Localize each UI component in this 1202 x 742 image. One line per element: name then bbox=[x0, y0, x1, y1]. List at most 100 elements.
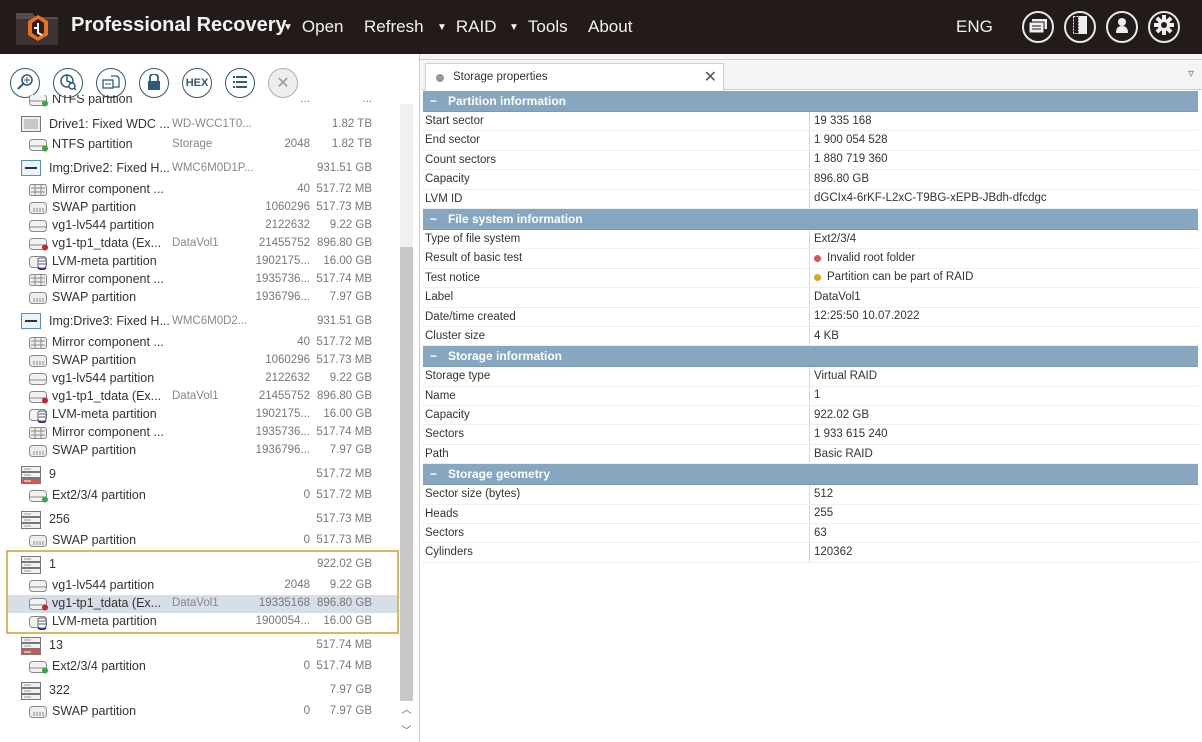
tree-node-partition[interactable]: vg1-tp1_tdata (Ex... DataVol1 21455752 896.… bbox=[0, 235, 398, 253]
property-row[interactable]: Cluster size 4 KB bbox=[423, 326, 1198, 347]
scroll-up-icon[interactable]: ︿ bbox=[399, 701, 414, 719]
property-row[interactable]: Result of basic test Invalid root folder bbox=[423, 249, 1198, 269]
collapse-icon[interactable]: − bbox=[430, 346, 448, 367]
tab-close-icon[interactable]: ✕ bbox=[704, 67, 717, 86]
property-row[interactable]: LVM ID dGCIx4-6rKF-L2xC-T9BG-xEPB-JBdh-df… bbox=[423, 189, 1198, 209]
analyze-button[interactable] bbox=[53, 68, 83, 98]
section-header[interactable]: − Storage information bbox=[423, 346, 1198, 368]
tree-node-partition[interactable]: Ext2/3/4 partition 0 517.72 MB bbox=[0, 487, 398, 505]
tree-node-storage[interactable]: Drive1: Fixed WDC ... WD-WCC1T0... 1.82 TB bbox=[0, 116, 398, 134]
property-row[interactable]: Sectors 1 933 615 240 bbox=[423, 425, 1198, 445]
property-row[interactable]: Heads 255 bbox=[423, 504, 1198, 525]
menu-about[interactable]: About bbox=[588, 17, 632, 37]
property-key: Type of file system bbox=[423, 229, 810, 249]
swap-partition-icon bbox=[29, 355, 47, 370]
tree-node-storage[interactable]: 9 517.72 MB bbox=[0, 466, 398, 484]
section-header[interactable]: − Partition information bbox=[423, 91, 1198, 112]
tree-node-partition[interactable]: LVM-meta partition 1900054... 16.00 GB bbox=[0, 613, 398, 631]
property-row[interactable]: Sector size (bytes) 512 bbox=[423, 485, 1198, 505]
tree-node-partition[interactable]: SWAP partition 1060296 517.73 MB bbox=[0, 199, 398, 217]
tree-node-name: Mirror component ... bbox=[52, 335, 164, 349]
tree-node-storage[interactable]: Img:Drive2: Fixed H... WMC6M0D1P... 931.51… bbox=[0, 160, 398, 178]
tree-node-partition[interactable]: Mirror component ... 1935736... 517.74 MB bbox=[0, 271, 398, 289]
tree-node-partition[interactable]: SWAP partition 1936796... 7.97 GB bbox=[0, 442, 398, 460]
property-row[interactable]: Sectors 63 bbox=[423, 524, 1198, 544]
tree-node-partition[interactable]: Mirror component ... 1935736... 517.74 MB bbox=[0, 424, 398, 442]
tab-storage-properties[interactable]: Storage properties ✕ bbox=[425, 63, 724, 91]
tree-node-partition[interactable]: SWAP partition 0 7.97 GB bbox=[0, 703, 398, 721]
tree-node-partition[interactable]: vg1-lv544 partition 2048 9.22 GB bbox=[0, 577, 398, 595]
menu-tools[interactable]: ▼ Tools bbox=[509, 17, 568, 37]
tree-node-start-sector: 1900054... bbox=[255, 615, 310, 627]
section-header[interactable]: − Storage geometry bbox=[423, 464, 1198, 486]
property-row[interactable]: End sector 1 900 054 528 bbox=[423, 131, 1198, 151]
scrollbar-thumb[interactable] bbox=[400, 247, 413, 701]
scan-icon bbox=[16, 73, 34, 94]
partition-error-icon bbox=[29, 238, 49, 254]
raid-icon bbox=[21, 511, 41, 532]
close-button[interactable]: ✕ bbox=[268, 68, 298, 98]
tree-node-partition[interactable]: vg1-lv544 partition 2122632 9.22 GB bbox=[0, 217, 398, 235]
tree-node-partition[interactable]: SWAP partition 0 517.73 MB bbox=[0, 532, 398, 550]
tree-node-partition[interactable]: Ext2/3/4 partition 0 517.74 MB bbox=[0, 658, 398, 676]
tree-node-storage[interactable]: 256 517.73 MB bbox=[0, 511, 398, 529]
tree-node-storage[interactable]: 13 517.74 MB bbox=[0, 637, 398, 655]
tree-node-partition[interactable]: NTFS partition...... bbox=[0, 95, 398, 109]
tree-node-partition[interactable]: LVM-meta partition 1902175... 16.00 GB bbox=[0, 253, 398, 271]
menu-refresh[interactable]: Refresh bbox=[364, 17, 424, 37]
language-selector[interactable]: ENG bbox=[956, 17, 993, 37]
property-row[interactable]: Name 1 bbox=[423, 386, 1198, 407]
tree-node-size: 931.51 GB bbox=[317, 162, 372, 174]
log-button[interactable] bbox=[1022, 11, 1054, 43]
scroll-down-icon[interactable]: ﹀ bbox=[399, 722, 414, 740]
collapse-icon[interactable]: − bbox=[430, 91, 448, 112]
property-row[interactable]: Date/time created 12:25:50 10.07.2022 bbox=[423, 307, 1198, 327]
property-value-text: dGCIx4-6rKF-L2xC-T9BG-xEPB-JBdh-dfcdgc bbox=[814, 192, 1047, 205]
tree-node-partition[interactable]: Mirror component ... 40 517.72 MB bbox=[0, 334, 398, 352]
settings-icon bbox=[1154, 15, 1174, 39]
settings-button[interactable] bbox=[1148, 11, 1180, 43]
property-row[interactable]: Capacity 896.80 GB bbox=[423, 170, 1198, 190]
property-row[interactable]: Test notice Partition can be part of RAID bbox=[423, 268, 1198, 289]
property-row[interactable]: Start sector 19 335 168 bbox=[423, 112, 1198, 132]
tree-node-name: Img:Drive2: Fixed H... bbox=[49, 161, 170, 175]
lock-button[interactable] bbox=[139, 68, 169, 98]
tree-node-partition[interactable]: vg1-tp1_tdata (Ex... DataVol1 19335168 896.… bbox=[8, 595, 398, 613]
property-row[interactable]: Path Basic RAID bbox=[423, 444, 1198, 465]
tree-node-storage[interactable]: 1 922.02 GB bbox=[0, 556, 398, 574]
tree-node-name: 13 bbox=[49, 638, 63, 652]
list-button[interactable] bbox=[225, 68, 255, 98]
account-button[interactable] bbox=[1106, 11, 1138, 43]
hex-button[interactable]: HEX bbox=[182, 68, 212, 98]
tree-node-partition[interactable]: SWAP partition 1936796... 7.97 GB bbox=[0, 289, 398, 307]
tree-node-partition[interactable]: NTFS partition Storage 2048 1.82 TB bbox=[0, 136, 398, 154]
property-row[interactable]: Storage type Virtual RAID bbox=[423, 367, 1198, 387]
collapse-icon[interactable]: − bbox=[430, 209, 448, 230]
tree-node-partition[interactable]: vg1-lv544 partition 2122632 9.22 GB bbox=[0, 370, 398, 388]
tree-scrollbar[interactable]: ︿ ﹀ bbox=[399, 104, 414, 742]
property-row[interactable]: Label DataVol1 bbox=[423, 288, 1198, 308]
scan-button[interactable] bbox=[10, 68, 40, 98]
property-row[interactable]: Type of file system Ext2/3/4 bbox=[423, 229, 1198, 250]
extract-button[interactable] bbox=[96, 68, 126, 98]
collapse-icon[interactable]: − bbox=[430, 464, 448, 485]
tree-node-size: ... bbox=[362, 95, 372, 105]
menu-open[interactable]: ▼ Open bbox=[283, 17, 344, 37]
section-header[interactable]: − File system information bbox=[423, 208, 1198, 230]
tree-node-partition[interactable]: LVM-meta partition 1902175... 16.00 GB bbox=[0, 406, 398, 424]
tree-node-storage[interactable]: 322 7.97 GB bbox=[0, 682, 398, 700]
tree-node-name: vg1-lv544 partition bbox=[52, 371, 155, 385]
analyze-icon bbox=[59, 73, 77, 94]
property-row[interactable]: Capacity 922.02 GB bbox=[423, 406, 1198, 426]
tree-node-partition[interactable]: SWAP partition 1060296 517.73 MB bbox=[0, 352, 398, 370]
panel-layout-button[interactable] bbox=[1064, 11, 1096, 43]
tree-node-storage[interactable]: Img:Drive3: Fixed H... WMC6M0D2... 931.51 … bbox=[0, 313, 398, 331]
tree-node-partition[interactable]: vg1-tp1_tdata (Ex... DataVol1 21455752 896.… bbox=[0, 388, 398, 406]
property-row[interactable]: Cylinders 120362 bbox=[423, 543, 1198, 563]
tree-node-start-sector: 0 bbox=[303, 660, 310, 672]
dropdown-triangle-icon: ▼ bbox=[509, 21, 519, 33]
property-row[interactable]: Count sectors 1 880 719 360 bbox=[423, 150, 1198, 171]
menu-raid[interactable]: ▼ RAID bbox=[437, 17, 497, 37]
tree-node-partition[interactable]: Mirror component ... 40 517.72 MB bbox=[0, 181, 398, 199]
tab-menu-icon[interactable]: ▿ bbox=[1188, 66, 1194, 80]
